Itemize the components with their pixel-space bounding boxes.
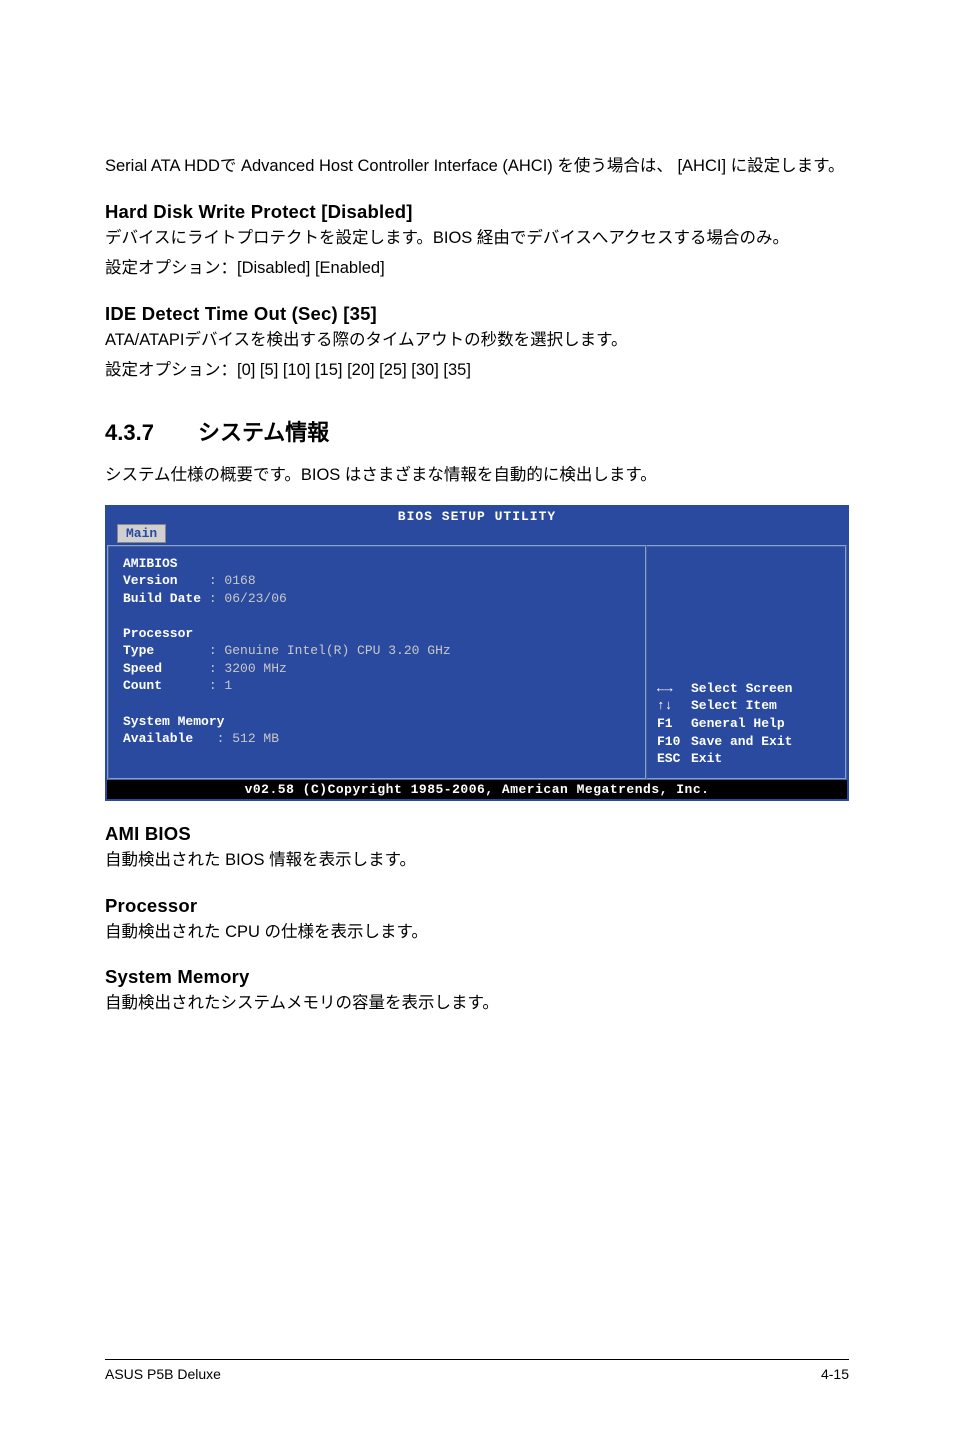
section-intro: システム仕様の概要です。BIOS はさまざまな情報を自動的に検出します。 — [105, 461, 849, 485]
hint-f10: F10 — [657, 733, 691, 751]
memory-section-heading: System Memory — [105, 966, 849, 988]
amibios-section-body: 自動検出された BIOS 情報を表示します。 — [105, 849, 849, 873]
memory-section-body: 自動検出されたシステムメモリの容量を表示します。 — [105, 992, 849, 1016]
ide-line1: ATA/ATAPIデバイスを検出する際のタイムアウトの秒数を選択します。 — [105, 329, 849, 353]
section-number: 4.3.7 — [105, 420, 154, 446]
hint-updown-icon: ↑↓ — [657, 697, 691, 715]
build-label: Build Date — [123, 591, 201, 606]
speed-label: Speed — [123, 661, 162, 676]
version-val: : 0168 — [209, 573, 256, 588]
hdwp-line2: 設定オプション：[Disabled] [Enabled] — [105, 257, 849, 281]
footer-left: ASUS P5B Deluxe — [105, 1366, 221, 1382]
hint-exit: Exit — [691, 751, 722, 766]
hint-arrows-icon: ←→ — [657, 680, 691, 698]
amibios-section-heading: AMI BIOS — [105, 823, 849, 845]
version-label: Version — [123, 573, 178, 588]
bios-tab-main: Main — [117, 524, 166, 543]
ide-line2: 設定オプション：[0] [5] [10] [15] [20] [25] [30]… — [105, 359, 849, 383]
count-label: Count — [123, 678, 162, 693]
footer-right: 4-15 — [821, 1366, 849, 1382]
hdwp-heading: Hard Disk Write Protect [Disabled] — [105, 201, 849, 223]
bios-screenshot: BIOS SETUP UTILITY Main AMIBIOS Version … — [105, 505, 849, 801]
proc-label: Processor — [123, 626, 193, 641]
section-title: システム情報 — [198, 415, 329, 447]
page-footer: ASUS P5B Deluxe 4-15 — [105, 1359, 849, 1382]
type-val: : Genuine Intel(R) CPU 3.20 GHz — [209, 643, 451, 658]
avail-label: Available — [123, 731, 193, 746]
speed-val: : 3200 MHz — [209, 661, 287, 676]
hint-f1: F1 — [657, 715, 691, 733]
hint-esc: ESC — [657, 750, 691, 768]
type-label: Type — [123, 643, 154, 658]
intro-paragraph: Serial ATA HDDで Advanced Host Controller… — [105, 155, 849, 179]
bios-title: BIOS SETUP UTILITY — [107, 507, 847, 524]
bios-right-panel: ←→Select Screen ↑↓Select Item F1General … — [647, 545, 847, 780]
processor-section-body: 自動検出された CPU の仕様を表示します。 — [105, 921, 849, 945]
bios-footer: v02.58 (C)Copyright 1985-2006, American … — [107, 780, 847, 799]
bios-left-panel: AMIBIOS Version : 0168 Build Date : 06/2… — [107, 545, 647, 780]
amibios-label: AMIBIOS — [123, 556, 178, 571]
mem-label: System Memory — [123, 714, 224, 729]
hint-select-screen: Select Screen — [691, 681, 792, 696]
hdwp-line1: デバイスにライトプロテクトを設定します。BIOS 経由でデバイスへアクセスする場… — [105, 227, 849, 251]
bios-hints: ←→Select Screen ↑↓Select Item F1General … — [657, 680, 835, 768]
processor-section-heading: Processor — [105, 895, 849, 917]
count-val: : 1 — [209, 678, 232, 693]
avail-val: : 512 MB — [217, 731, 279, 746]
hint-select-item: Select Item — [691, 698, 777, 713]
hint-save: Save and Exit — [691, 734, 792, 749]
ide-heading: IDE Detect Time Out (Sec) [35] — [105, 303, 849, 325]
hint-general: General Help — [691, 716, 785, 731]
build-val: : 06/23/06 — [209, 591, 287, 606]
